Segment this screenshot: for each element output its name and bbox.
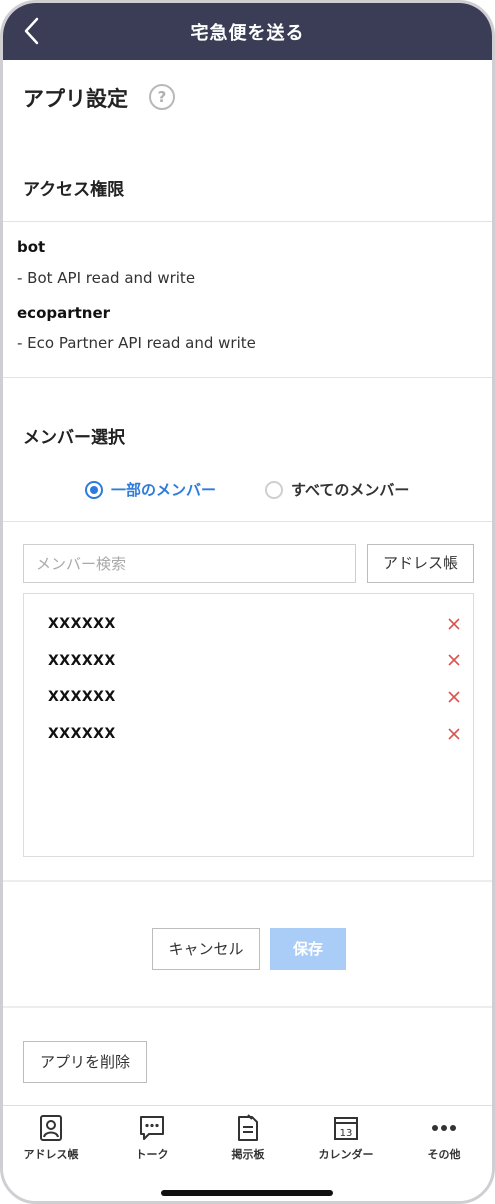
nav-item-calendar[interactable]: 13 カレンダー xyxy=(306,1114,386,1162)
nav-item-board[interactable]: 掲示板 xyxy=(208,1114,288,1162)
remove-member-icon[interactable] xyxy=(446,652,462,668)
bottom-nav: アドレス帳 トーク 掲示板 13 カレンダー その他 xyxy=(3,1105,492,1201)
home-indicator xyxy=(161,1190,333,1196)
member-name: XXXXXX xyxy=(48,726,116,742)
member-section-title: メンバー選択 xyxy=(23,428,125,448)
remove-member-icon[interactable] xyxy=(446,616,462,632)
address-book-icon xyxy=(40,1115,62,1141)
nav-item-address-book[interactable]: アドレス帳 xyxy=(11,1114,91,1162)
member-name: XXXXXX xyxy=(48,653,116,669)
divider xyxy=(3,521,492,522)
page-title: アプリ設定 xyxy=(23,87,128,111)
header-title: 宅急便を送る xyxy=(190,23,305,44)
nav-label: カレンダー xyxy=(318,1148,374,1161)
more-icon xyxy=(432,1125,456,1131)
nav-label: 掲示板 xyxy=(231,1148,265,1161)
save-button[interactable]: 保存 xyxy=(270,928,346,970)
calendar-icon: 13 xyxy=(334,1117,358,1140)
remove-member-icon[interactable] xyxy=(446,689,462,705)
member-name: XXXXXX xyxy=(48,689,116,705)
member-name: XXXXXX xyxy=(48,616,116,632)
radio-unchecked-icon xyxy=(265,480,283,499)
board-icon xyxy=(238,1114,258,1141)
divider xyxy=(3,377,492,378)
phone-frame: 宅急便を送る アプリ設定 ? アクセス権限 bot - Bot API read… xyxy=(0,0,495,1204)
remove-member-icon[interactable] xyxy=(446,726,462,742)
chat-icon xyxy=(140,1116,164,1140)
permission-desc: - Bot API read and write xyxy=(17,269,196,287)
help-icon[interactable]: ? xyxy=(149,84,175,110)
radio-all-members[interactable]: すべてのメンバー xyxy=(265,479,409,500)
divider xyxy=(3,1006,492,1008)
permission-name: ecopartner xyxy=(17,304,111,322)
nav-label: アドレス帳 xyxy=(23,1148,79,1161)
radio-label: すべてのメンバー xyxy=(291,481,410,499)
access-section-title: アクセス権限 xyxy=(23,180,125,200)
nav-label: トーク xyxy=(135,1148,169,1161)
divider xyxy=(3,880,492,882)
nav-label: その他 xyxy=(427,1148,461,1161)
app-header: 宅急便を送る xyxy=(3,3,492,60)
radio-some-members[interactable]: 一部のメンバー xyxy=(85,479,216,500)
calendar-day: 13 xyxy=(340,1128,353,1139)
address-book-button[interactable]: アドレス帳 xyxy=(367,544,474,583)
delete-app-button[interactable]: アプリを削除 xyxy=(23,1041,147,1083)
member-search-input[interactable] xyxy=(23,544,356,583)
permission-desc: - Eco Partner API read and write xyxy=(17,334,256,352)
member-list: XXXXXX XXXXXX XXXXXX XXXXXX xyxy=(23,593,474,857)
cancel-button[interactable]: キャンセル xyxy=(152,928,260,970)
nav-item-more[interactable]: その他 xyxy=(404,1114,484,1162)
permission-name: bot xyxy=(17,238,46,256)
radio-label: 一部のメンバー xyxy=(111,481,217,499)
radio-checked-icon xyxy=(85,480,103,499)
divider xyxy=(3,221,492,222)
nav-item-talk[interactable]: トーク xyxy=(112,1114,192,1162)
